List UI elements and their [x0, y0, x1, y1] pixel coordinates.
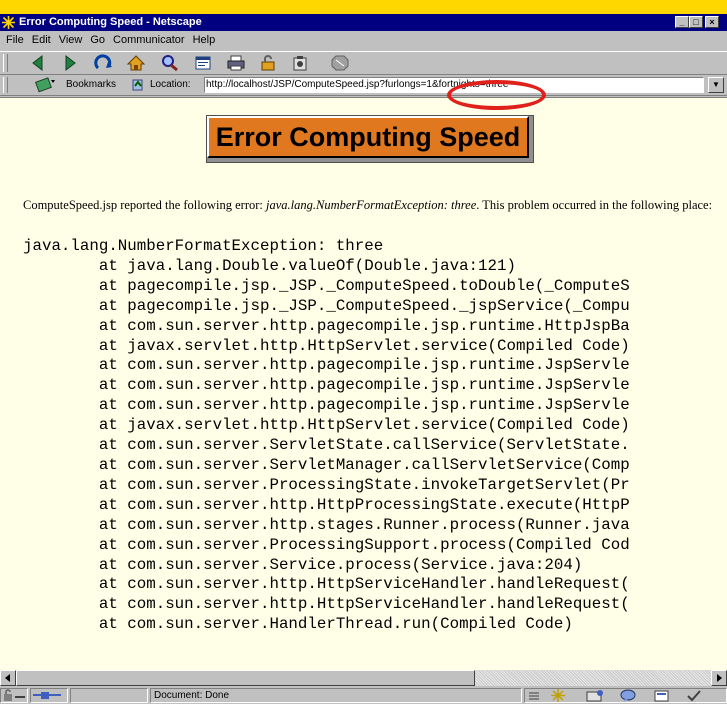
bookmarks-icon[interactable]	[34, 77, 56, 93]
menu-edit[interactable]: Edit	[28, 32, 55, 49]
stack-frame-line: at com.sun.server.http.HttpServiceHandle…	[98, 595, 630, 614]
menu-file[interactable]: File	[2, 32, 28, 49]
status-bar: Document: Done	[0, 687, 727, 704]
stack-frame-line: at com.sun.server.http.stages.Runner.pro…	[98, 515, 630, 534]
menu-communicator[interactable]: Communicator	[109, 32, 189, 49]
scroll-right-button[interactable]	[711, 670, 727, 686]
message-after: . This problem occurred in the following…	[476, 198, 713, 212]
url-highlight-oval	[447, 80, 546, 110]
composer-icon[interactable]	[653, 689, 671, 702]
home-icon[interactable]	[126, 54, 146, 72]
stack-frame-line: at com.sun.server.ServletManager.callSer…	[98, 455, 630, 474]
maximize-icon: □	[693, 17, 699, 27]
maximize-button[interactable]: □	[689, 16, 703, 28]
bookmarks-button[interactable]: Bookmarks	[66, 79, 116, 90]
checkmark-icon[interactable]	[685, 689, 703, 702]
stack-frame-line: at com.sun.server.http.pagecompile.jsp.r…	[98, 316, 630, 335]
page-heading: Error Computing Speed	[207, 116, 529, 158]
search-icon[interactable]	[160, 54, 180, 72]
menu-help[interactable]: Help	[189, 32, 220, 49]
menu-bar: File Edit View Go Communicator Help	[0, 32, 727, 49]
page-proxy-icon[interactable]	[130, 77, 146, 93]
message-before: ComputeSpeed.jsp reported the following …	[23, 198, 266, 212]
title-bar[interactable]: Error Computing Speed - Netscape _ □ ×	[0, 14, 727, 31]
mail-icon[interactable]	[585, 689, 605, 702]
location-label: Location:	[150, 79, 191, 90]
stack-frame-line: at com.sun.server.http.HttpServiceHandle…	[98, 575, 630, 594]
stack-frame-line: at com.sun.server.Service.process(Servic…	[98, 555, 583, 574]
stack-frame-line: at com.sun.server.ProcessingSupport.proc…	[98, 535, 630, 554]
scroll-left-button[interactable]	[0, 670, 16, 686]
window-title: Error Computing Speed - Netscape	[19, 16, 202, 28]
my-netscape-icon[interactable]	[193, 54, 213, 72]
stack-trace: java.lang.NumberFormatException: three a…	[23, 237, 630, 635]
navigator-icon[interactable]	[549, 689, 567, 702]
security-icon[interactable]	[258, 54, 278, 72]
forward-icon[interactable]	[60, 54, 80, 72]
stack-frame-line: at com.sun.server.http.pagecompile.jsp.r…	[98, 376, 630, 395]
minimize-icon: _	[679, 17, 685, 27]
status-text: Document: Done	[150, 688, 522, 703]
stack-frame-line: at javax.servlet.http.HttpServlet.servic…	[98, 336, 630, 355]
location-toolbar-grip[interactable]	[3, 77, 8, 93]
close-icon: ×	[709, 17, 715, 27]
stack-frame-line: at com.sun.server.HandlerThread.run(Comp…	[98, 615, 573, 634]
scroll-left-icon	[5, 674, 10, 682]
component-bar-icon[interactable]	[527, 690, 541, 702]
progress-panel	[70, 688, 148, 703]
print-icon[interactable]	[226, 54, 246, 72]
chevron-down-icon: ▼	[712, 80, 720, 89]
stack-frame-line: at com.sun.server.http.pagecompile.jsp.r…	[98, 396, 630, 415]
toolbar-grip[interactable]	[3, 54, 8, 72]
shop-icon[interactable]	[290, 54, 310, 72]
security-panel[interactable]	[0, 688, 28, 703]
back-icon[interactable]	[28, 54, 48, 72]
location-toolbar: Bookmarks Location: http://localhost/JSP…	[0, 75, 727, 96]
connection-icon	[33, 692, 61, 699]
component-bar	[524, 688, 727, 703]
navigation-toolbar	[0, 51, 727, 75]
scroll-thumb[interactable]	[16, 670, 475, 686]
stop-icon[interactable]	[330, 54, 350, 72]
close-button[interactable]: ×	[705, 16, 719, 28]
stack-frame-line: at javax.servlet.http.HttpServlet.servic…	[98, 416, 630, 435]
scroll-right-icon	[717, 674, 722, 682]
stack-frame-line: at com.sun.server.http.pagecompile.jsp.r…	[98, 356, 630, 375]
browser-window: Error Computing Speed - Netscape _ □ × F…	[0, 14, 727, 704]
heading-shadow: Error Computing Speed	[206, 115, 534, 163]
netscape-icon	[2, 16, 15, 29]
stack-frame-line: at java.lang.Double.valueOf(Double.java:…	[98, 256, 516, 275]
horizontal-scrollbar[interactable]	[0, 670, 727, 686]
menu-go[interactable]: Go	[86, 32, 109, 49]
exception-line: java.lang.NumberFormatException: three	[23, 237, 384, 255]
connection-panel	[30, 688, 68, 703]
stack-frame-line: at com.sun.server.ProcessingState.invoke…	[98, 475, 630, 494]
stack-frame-line: at com.sun.server.http.HttpProcessingSta…	[98, 495, 630, 514]
reload-icon[interactable]	[94, 54, 114, 72]
stack-frame-line: at pagecompile.jsp._JSP._ComputeSpeed.to…	[98, 276, 630, 295]
page-content: Error Computing Speed ComputeSpeed.jsp r…	[0, 97, 727, 670]
error-message: ComputeSpeed.jsp reported the following …	[23, 196, 713, 215]
location-dropdown-button[interactable]: ▼	[708, 77, 724, 93]
discussion-icon[interactable]	[619, 689, 639, 702]
scroll-track[interactable]	[475, 670, 711, 686]
stack-frame-line: at pagecompile.jsp._JSP._ComputeSpeed._j…	[98, 296, 630, 315]
menu-view[interactable]: View	[55, 32, 87, 49]
url-text: http://localhost/JSP/ComputeSpeed.jsp?fu…	[206, 79, 427, 90]
message-error: java.lang.NumberFormatException: three	[266, 198, 477, 212]
minimize-button[interactable]: _	[675, 16, 689, 28]
security-lock-icon	[4, 689, 25, 701]
stack-frame-line: at com.sun.server.ServletState.callServi…	[98, 436, 630, 455]
